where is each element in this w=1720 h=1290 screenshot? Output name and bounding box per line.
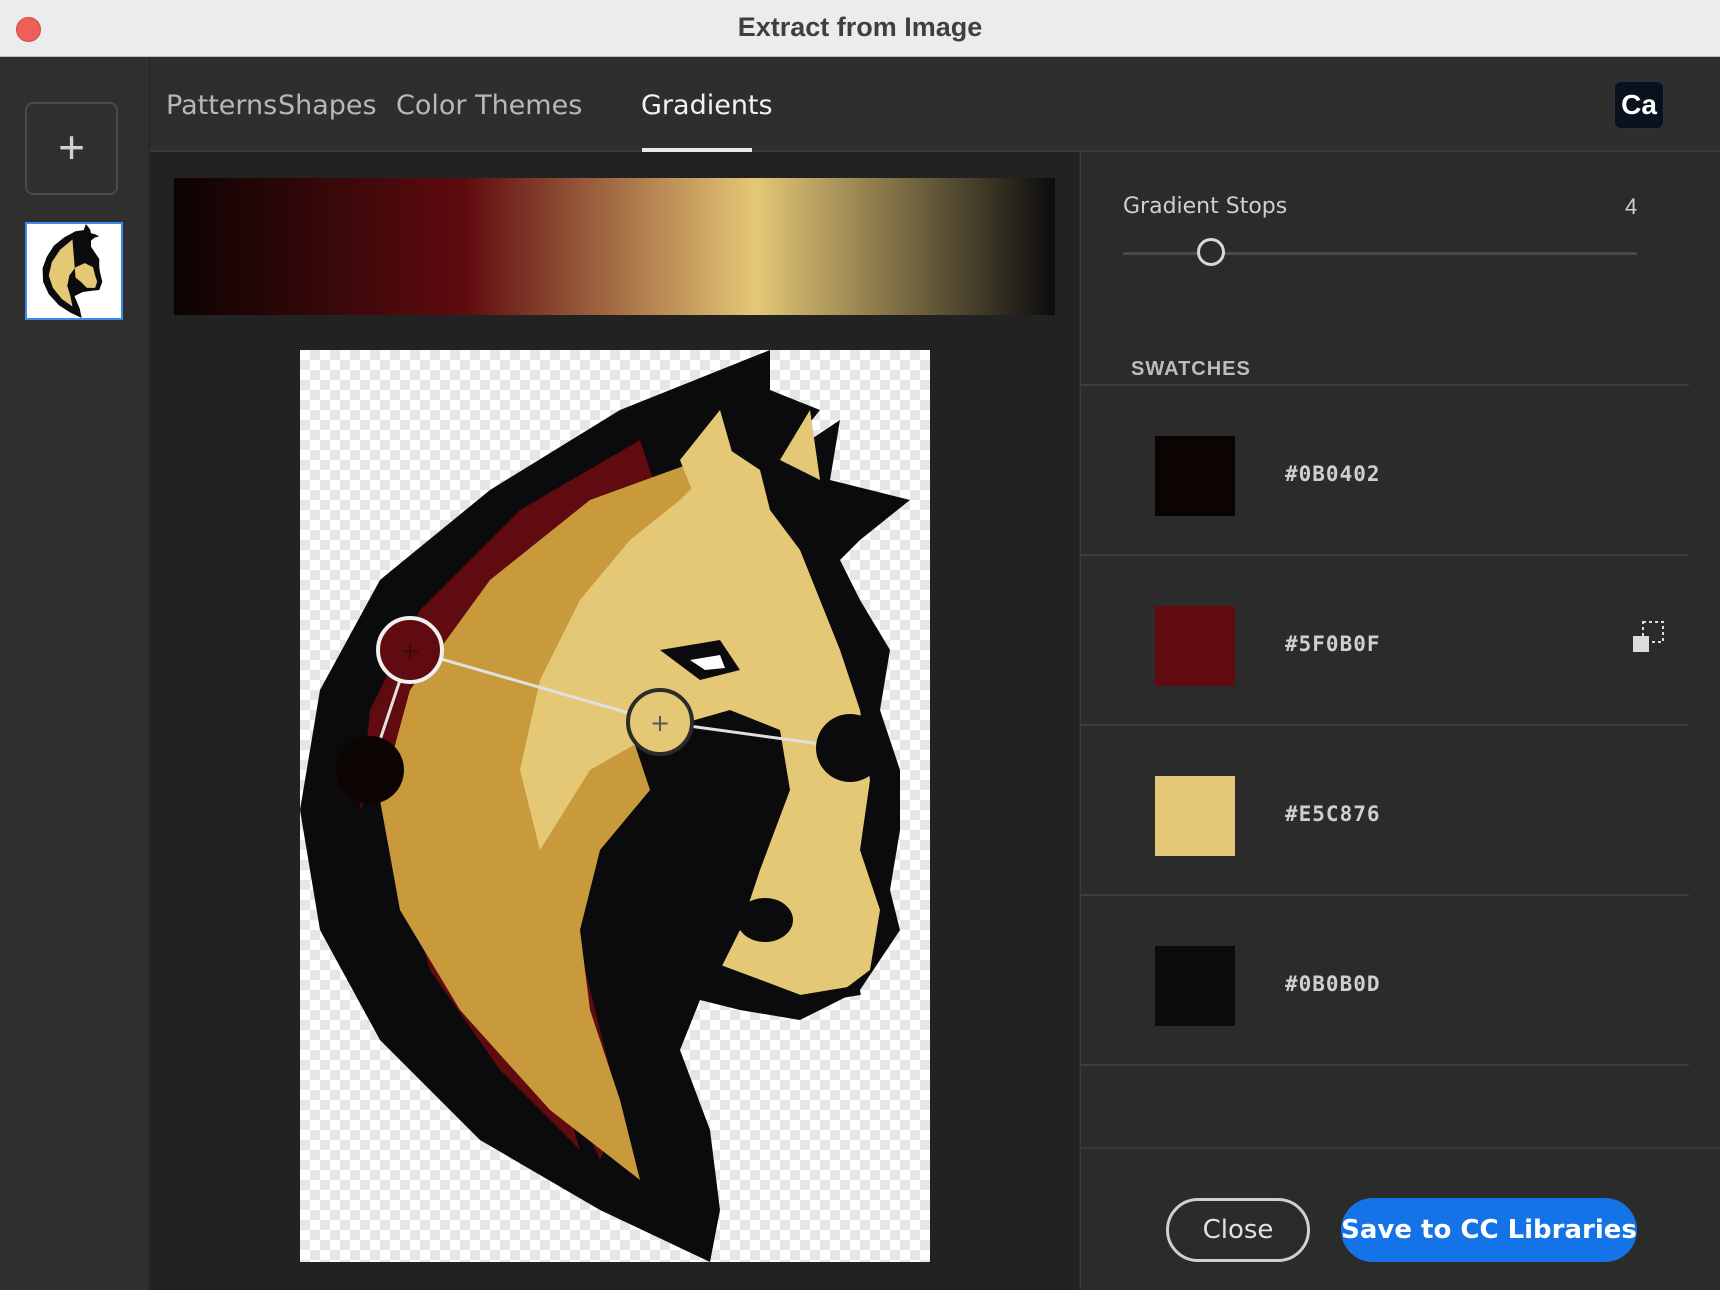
swatch-row[interactable]: #0B0B0D bbox=[1081, 896, 1689, 1066]
gradient-stops-value: 4 bbox=[1625, 194, 1638, 219]
tab-bar: Patterns Shapes Color Themes Gradients C… bbox=[150, 57, 1720, 152]
swatch-chip[interactable] bbox=[1155, 606, 1235, 686]
swatch-chip[interactable] bbox=[1155, 436, 1235, 516]
tab-shapes[interactable]: Shapes bbox=[278, 90, 377, 121]
swatch-row[interactable]: #0B0402 bbox=[1081, 386, 1689, 556]
close-button[interactable]: Close bbox=[1166, 1198, 1310, 1262]
footer-divider bbox=[1081, 1147, 1720, 1149]
svg-text:+: + bbox=[400, 637, 420, 665]
right-panel: Gradient Stops 4 SWATCHES #0B0402 #5F0B0… bbox=[1080, 152, 1720, 1290]
gradient-stops-label: Gradient Stops bbox=[1123, 194, 1288, 219]
save-to-cc-libraries-button[interactable]: Save to CC Libraries bbox=[1341, 1198, 1637, 1262]
tab-gradients[interactable]: Gradients bbox=[641, 90, 773, 121]
gradient-stop-marker-4[interactable] bbox=[816, 714, 884, 782]
swatch-hex: #0B0402 bbox=[1285, 462, 1381, 486]
left-rail: + bbox=[0, 57, 150, 1290]
swatch-chip[interactable] bbox=[1155, 776, 1235, 856]
copy-icon[interactable] bbox=[1631, 620, 1665, 654]
swatch-row[interactable]: #5F0B0F bbox=[1081, 556, 1689, 726]
capture-app-icon: Ca bbox=[1614, 81, 1664, 129]
swatch-row[interactable]: #E5C876 bbox=[1081, 726, 1689, 896]
preview-area: + + bbox=[150, 152, 1079, 1290]
horse-image: + + bbox=[300, 350, 910, 1262]
swatch-hex: #5F0B0F bbox=[1285, 632, 1381, 656]
gradient-stop-marker-1[interactable] bbox=[336, 736, 404, 804]
title-bar: Extract from Image bbox=[0, 0, 1720, 57]
tab-color-themes[interactable]: Color Themes bbox=[396, 90, 582, 121]
gradient-preview bbox=[174, 178, 1055, 315]
svg-text:+: + bbox=[650, 709, 670, 737]
add-image-button[interactable]: + bbox=[25, 102, 118, 195]
image-thumbnail[interactable] bbox=[25, 222, 123, 320]
swatch-chip[interactable] bbox=[1155, 946, 1235, 1026]
horse-thumbnail-icon bbox=[42, 224, 103, 318]
gradient-stops-slider-thumb[interactable] bbox=[1197, 238, 1225, 266]
image-canvas[interactable]: + + bbox=[300, 350, 930, 1262]
window-title: Extract from Image bbox=[737, 12, 983, 42]
swatches-heading: SWATCHES bbox=[1131, 358, 1251, 380]
tab-patterns[interactable]: Patterns bbox=[166, 90, 277, 121]
swatch-hex: #E5C876 bbox=[1285, 802, 1381, 826]
swatch-hex: #0B0B0D bbox=[1285, 972, 1381, 996]
